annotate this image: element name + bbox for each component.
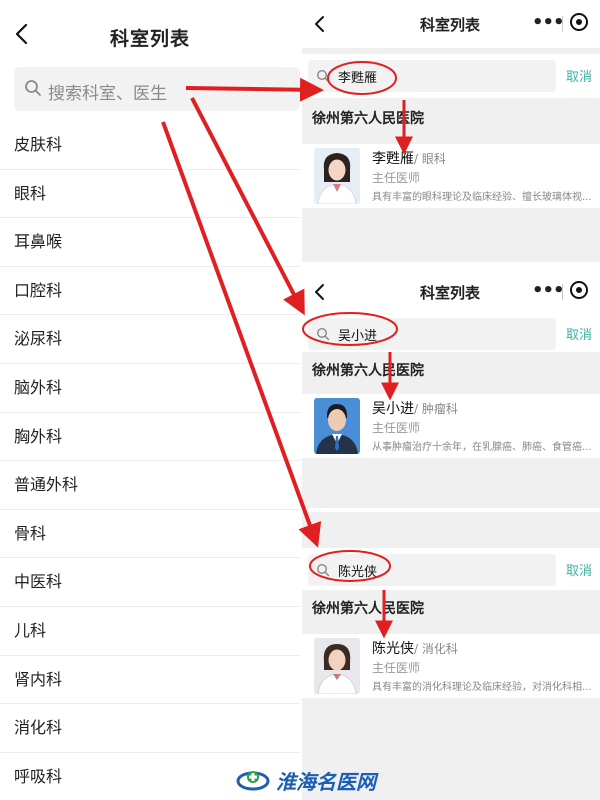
- doctor-name-line: 陈光侠/ 消化科: [372, 638, 458, 658]
- doctor-department: / 肿瘤科: [414, 402, 458, 416]
- search-input[interactable]: 陈光侠: [308, 554, 556, 586]
- doctor-name-line: 吴小进/ 肿瘤科: [372, 398, 458, 418]
- doctor-name: 李甦雁: [372, 151, 414, 167]
- department-item[interactable]: 脑外科: [0, 364, 300, 413]
- close-target-icon[interactable]: [570, 13, 588, 31]
- doctor-description: 具有丰富的眼科理论及临床经验、擅长玻璃体视...: [372, 192, 592, 203]
- close-target-icon[interactable]: [570, 281, 588, 299]
- search-input[interactable]: 吴小进: [308, 318, 556, 350]
- search-placeholder: 搜索科室、医生: [48, 84, 167, 104]
- department-item[interactable]: 儿科: [0, 607, 300, 656]
- department-item[interactable]: 口腔科: [0, 267, 300, 316]
- department-item[interactable]: 骨科: [0, 510, 300, 559]
- search-query: 李甦雁: [338, 71, 378, 86]
- doctor-card[interactable]: 李甦雁/ 眼科 主任医师 具有丰富的眼科理论及临床经验、擅长玻璃体视...: [302, 144, 600, 208]
- doctor-avatar: [314, 638, 360, 694]
- cancel-button[interactable]: 取消: [566, 66, 592, 85]
- department-item[interactable]: 肾内科: [0, 656, 300, 705]
- department-item[interactable]: 中医科: [0, 558, 300, 607]
- panel-title: 科室列表: [420, 284, 481, 302]
- watermark-text: 淮海名医网: [276, 770, 376, 794]
- nav-bar: 科室列表: [0, 0, 300, 66]
- department-item[interactable]: 消化科: [0, 704, 300, 753]
- panel-nav-bar: 科室列表 •••: [302, 268, 600, 316]
- doctor-card[interactable]: 陈光侠/ 消化科 主任医师 具有丰富的消化科理论及临床经验，对消化科相...: [302, 634, 600, 698]
- search-result-panel-3: 陈光侠 取消 徐州第六人民医院 陈光侠/ 消化科 主任医师 具有丰富的消化科理论…: [302, 512, 600, 800]
- search-result-panel-2: 科室列表 ••• 吴小进 取消 徐州第六人民医院 吴小进/ 肿瘤科 主任医师 从…: [302, 268, 600, 508]
- hospital-header: 徐州第六人民医院: [302, 352, 600, 390]
- doctor-description: 具有丰富的消化科理论及临床经验，对消化科相...: [372, 682, 592, 693]
- doctor-name: 陈光侠: [372, 641, 414, 657]
- search-input[interactable]: 搜索科室、医生: [14, 67, 300, 111]
- department-item[interactable]: 普通外科: [0, 461, 300, 510]
- page-title: 科室列表: [109, 28, 191, 50]
- back-arrow-icon[interactable]: [12, 22, 32, 46]
- cancel-button[interactable]: 取消: [566, 560, 592, 579]
- hospital-header: 徐州第六人民医院: [302, 590, 600, 628]
- more-icon[interactable]: •••: [532, 280, 565, 301]
- department-list-screen: 科室列表 搜索科室、医生 皮肤科 眼科 耳鼻喉 口腔科 泌尿科 脑外科 胸外科 …: [0, 0, 300, 800]
- doctor-card[interactable]: 吴小进/ 肿瘤科 主任医师 从事肿瘤治疗十余年，在乳腺癌、肺癌、食管癌...: [302, 394, 600, 458]
- search-icon: [316, 327, 330, 341]
- department-item[interactable]: 皮肤科: [0, 121, 300, 170]
- doctor-avatar: [314, 398, 360, 454]
- more-icon[interactable]: •••: [532, 12, 565, 33]
- doctor-role: 主任医师: [372, 661, 421, 675]
- watermark: 淮海名医网: [236, 764, 386, 794]
- department-list: 皮肤科 眼科 耳鼻喉 口腔科 泌尿科 脑外科 胸外科 普通外科 骨科 中医科 儿…: [0, 121, 300, 800]
- doctor-description: 从事肿瘤治疗十余年，在乳腺癌、肺癌、食管癌...: [372, 442, 592, 453]
- doctor-avatar: [314, 148, 360, 204]
- back-arrow-icon[interactable]: [312, 14, 326, 34]
- doctor-department: / 眼科: [414, 152, 446, 166]
- panel-nav-bar: 科室列表 •••: [302, 0, 600, 48]
- search-bar: 陈光侠 取消: [302, 548, 600, 592]
- search-result-panel-1: 科室列表 ••• 李甦雁 取消 徐州第六人民医院 李甦雁/ 眼科 主任医师 具有…: [302, 0, 600, 262]
- search-icon: [316, 69, 330, 83]
- mini-program-capsule: •••: [528, 278, 594, 306]
- search-input[interactable]: 李甦雁: [308, 60, 556, 92]
- department-item[interactable]: 耳鼻喉: [0, 218, 300, 267]
- department-item[interactable]: 胸外科: [0, 413, 300, 462]
- search-query: 陈光侠: [338, 565, 378, 580]
- doctor-role: 主任医师: [372, 421, 421, 435]
- department-item[interactable]: 泌尿科: [0, 315, 300, 364]
- panel-title: 科室列表: [420, 16, 481, 34]
- search-icon: [25, 80, 41, 96]
- department-item[interactable]: 眼科: [0, 170, 300, 219]
- capsule-divider: [562, 16, 563, 32]
- doctor-name: 吴小进: [372, 401, 414, 417]
- search-bar: 李甦雁 取消: [302, 54, 600, 98]
- doctor-department: / 消化科: [414, 642, 458, 656]
- doctor-role: 主任医师: [372, 171, 421, 185]
- doctor-name-line: 李甦雁/ 眼科: [372, 148, 446, 168]
- capsule-divider: [562, 284, 563, 300]
- search-bar: 吴小进 取消: [302, 312, 600, 356]
- mini-program-capsule: •••: [528, 10, 594, 38]
- back-arrow-icon[interactable]: [312, 282, 326, 302]
- cancel-button[interactable]: 取消: [566, 324, 592, 343]
- search-query: 吴小进: [338, 329, 378, 344]
- watermark-logo-icon: [236, 771, 270, 791]
- hospital-header: 徐州第六人民医院: [302, 100, 600, 138]
- search-icon: [316, 563, 330, 577]
